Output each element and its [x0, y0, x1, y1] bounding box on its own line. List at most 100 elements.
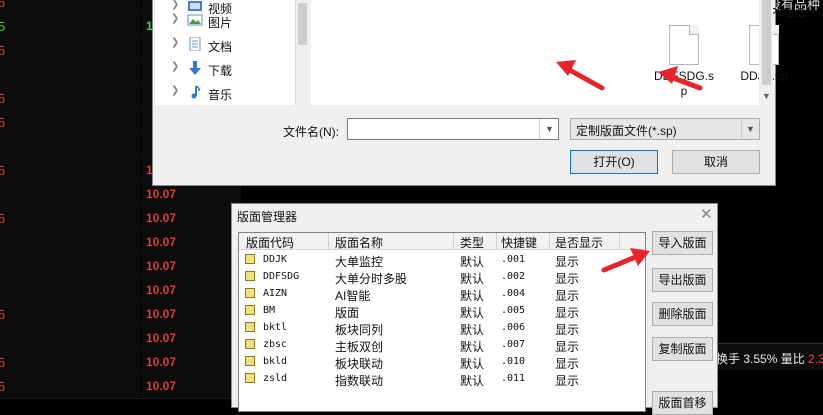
- table-row[interactable]: DDFSDG 大单分时多股 默认 .002 显示: [239, 268, 645, 286]
- stock-change-fragment: 5: [0, 43, 6, 58]
- panel-file-icon: [245, 271, 255, 281]
- price-value: 10.07: [146, 379, 177, 393]
- panel-list: 版面代码 版面名称 类型 快捷键 是否显示 DDJK 大单监控 默认 .001 显示 DD…: [238, 232, 646, 412]
- dialog-title: 版面管理器: [237, 210, 298, 224]
- filename-label: 文件名(N):: [283, 125, 339, 139]
- filetype-value: 定制版面文件(*.sp): [576, 124, 677, 138]
- turnover-readout: 换手 3.55% 量比 2.3: [716, 350, 823, 367]
- stock-cell: [0, 278, 140, 302]
- cell-name: 指数联动: [335, 374, 384, 388]
- rename-panel-button[interactable]: 版面首移: [652, 391, 713, 415]
- music-folder-icon: [191, 85, 200, 99]
- open-button[interactable]: 打开(O): [570, 150, 658, 174]
- stock-change-fragment: 5: [0, 307, 6, 322]
- stock-change-fragment: 5: [0, 355, 6, 370]
- expand-arrow-icon[interactable]: ❯: [171, 0, 179, 10]
- table-row[interactable]: DDJK 大单监控 默认 .001 显示: [239, 251, 645, 269]
- delete-panel-button[interactable]: 删除版面: [652, 302, 713, 326]
- documents-folder-icon: [189, 37, 201, 51]
- column-header-type[interactable]: 类型: [460, 234, 484, 251]
- filetype-select[interactable]: 定制版面文件(*.sp) ▼: [570, 118, 760, 140]
- scroll-down-icon[interactable]: ▼: [762, 91, 771, 101]
- panel-file-icon: [245, 288, 255, 298]
- cancel-button[interactable]: 取消: [672, 150, 760, 174]
- column-header-visible[interactable]: 是否显示: [555, 234, 603, 251]
- nav-item-label: 图片: [208, 16, 233, 30]
- cell-hotkey: .005: [501, 305, 526, 316]
- close-icon[interactable]: ✕: [700, 205, 713, 223]
- cell-code: AIZN: [263, 288, 288, 299]
- stock-cell: [0, 254, 140, 278]
- chevron-down-icon[interactable]: ▼: [741, 119, 759, 139]
- stock-cell: [0, 350, 140, 374]
- stock-change-fragment: 5: [0, 379, 6, 394]
- cell-hotkey: .002: [501, 271, 526, 282]
- video-folder-icon: [188, 1, 202, 11]
- copy-panel-button[interactable]: 复制版面: [652, 337, 713, 361]
- list-header: 版面代码 版面名称 类型 快捷键 是否显示: [239, 233, 645, 250]
- table-row[interactable]: zsld 指数联动 默认 .011 显示: [239, 370, 645, 388]
- stock-change-fragment: 5: [0, 0, 6, 10]
- cell-hotkey: .011: [501, 373, 526, 384]
- price-value: 10.07: [146, 187, 177, 201]
- stock-cell: [0, 206, 140, 230]
- cell-code: bktl: [263, 322, 288, 333]
- scrollbar-thumb[interactable]: [298, 3, 307, 45]
- table-row[interactable]: bktl 板块同列 默认 .006 显示: [239, 319, 645, 337]
- scrollbar-thumb[interactable]: [762, 0, 771, 85]
- nav-item-label: 音乐: [208, 88, 233, 102]
- file-view-scrollbar[interactable]: ▼: [759, 0, 773, 105]
- cell-hotkey: .006: [501, 322, 526, 333]
- panel-file-icon: [245, 305, 255, 315]
- table-row[interactable]: AIZN AI智能 默认 .004 显示: [239, 285, 645, 303]
- cell-code: BM: [263, 305, 276, 316]
- cell-hotkey: .004: [501, 288, 526, 299]
- price-value: 10.07: [146, 235, 177, 249]
- stock-cell: [0, 158, 140, 182]
- price-value: 10.07: [146, 259, 177, 273]
- stock-cell: [0, 182, 140, 206]
- stock-cell: [0, 38, 140, 62]
- filename-input[interactable]: [347, 118, 559, 140]
- expand-arrow-icon[interactable]: ❯: [171, 13, 179, 24]
- cell-visible: 显示: [555, 374, 580, 388]
- expand-arrow-icon[interactable]: ❯: [171, 61, 179, 72]
- stock-cell: [0, 110, 140, 134]
- cell-code: zbsc: [263, 339, 288, 350]
- cell-type: 默认: [460, 374, 485, 388]
- column-header-name[interactable]: 版面名称: [335, 234, 383, 251]
- price-value: 10.07: [146, 331, 177, 345]
- panel-file-icon: [245, 356, 255, 366]
- stock-cell: [0, 0, 140, 14]
- price-value: 10.07: [146, 211, 177, 225]
- cell-code: bkld: [263, 356, 288, 367]
- export-panel-button[interactable]: 导出版面: [652, 268, 713, 292]
- column-header-hotkey[interactable]: 快捷键: [501, 234, 537, 251]
- stock-change-fragment: 5: [0, 115, 6, 130]
- volume-ratio-value: 2.3: [808, 352, 823, 366]
- table-row[interactable]: zbsc 主板双创 默认 .007 显示: [239, 336, 645, 354]
- nav-item-label: 文档: [208, 40, 233, 54]
- panel-file-icon: [245, 339, 255, 349]
- cell-hotkey: .007: [501, 339, 526, 350]
- cell-hotkey: .001: [501, 254, 526, 265]
- table-row[interactable]: BM 版面 默认 .005 显示: [239, 302, 645, 320]
- expand-arrow-icon[interactable]: ❯: [171, 85, 179, 96]
- panel-file-icon: [245, 373, 255, 383]
- stock-cell: [0, 62, 140, 86]
- expand-arrow-icon[interactable]: ❯: [171, 37, 179, 48]
- file-icon: [669, 25, 699, 65]
- navigation-scrollbar[interactable]: [295, 0, 310, 105]
- panel-file-icon: [245, 322, 255, 332]
- chevron-down-icon[interactable]: ▼: [539, 119, 559, 139]
- navigation-pane: ❯ 视频 ❯ 图片 ❯ 文档 ❯ 下载 ❯ 音乐: [155, 0, 295, 105]
- turnover-label: 换手 3.55% 量比: [716, 352, 809, 366]
- column-header-code[interactable]: 版面代码: [246, 234, 294, 251]
- annotation-arrow-icon: [556, 60, 605, 91]
- table-row[interactable]: bkld 板块联动 默认 .010 显示: [239, 353, 645, 371]
- panel-file-icon: [245, 254, 255, 264]
- cell-code: DDJK: [263, 254, 288, 265]
- import-panel-button[interactable]: 导入版面: [652, 231, 713, 255]
- stock-change-fragment: 5: [0, 211, 6, 226]
- downloads-folder-icon: [189, 61, 201, 75]
